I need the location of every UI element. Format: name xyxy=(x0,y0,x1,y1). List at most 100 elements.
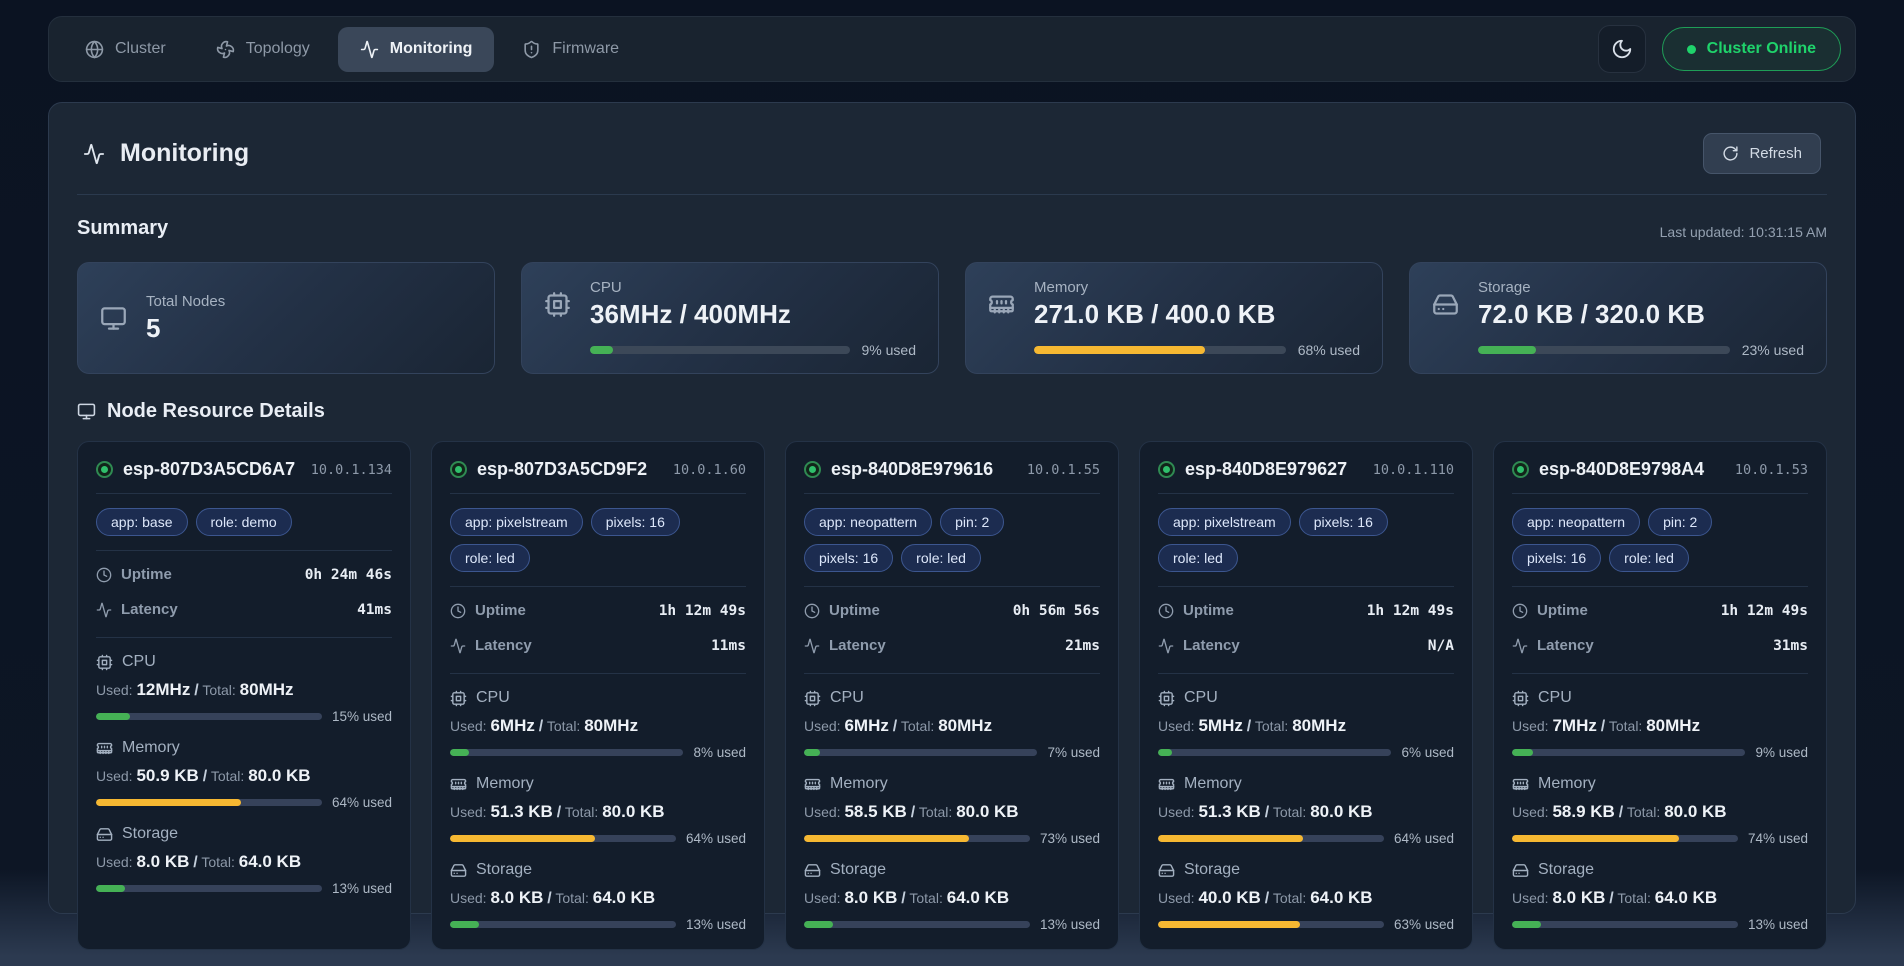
cpu-icon xyxy=(96,654,113,671)
total-label: Total: xyxy=(901,718,934,734)
node-stats: Uptime 0h 56m 56s Latency 21ms xyxy=(804,587,1100,674)
summary-header: Summary Last updated: 10:31:15 AM xyxy=(77,217,1827,240)
used-value: 51.3 KB xyxy=(1198,802,1260,821)
node-resources: CPU Used: 12MHz / Total: 80MHz 15% used … xyxy=(96,653,392,896)
resource-label: Storage xyxy=(1158,861,1454,879)
resource-progress: 64% used xyxy=(450,831,746,846)
online-dot-icon xyxy=(1687,45,1696,54)
node-online-dot-icon xyxy=(1158,461,1175,478)
percent-used-label: 7% used xyxy=(1047,745,1100,760)
nav-tab-monitoring[interactable]: Monitoring xyxy=(338,27,495,72)
latency-label: Latency xyxy=(96,601,178,618)
progress-fill xyxy=(450,835,595,842)
node-name: esp-807D3A5CD6A7 xyxy=(123,459,295,480)
resource-section: Storage Used: 8.0 KB / Total: 64.0 KB 13… xyxy=(96,825,392,896)
resource-usage-line: Used: 5MHz / Total: 80MHz xyxy=(1158,716,1454,736)
memory-icon xyxy=(450,776,467,793)
shield-icon xyxy=(522,40,541,59)
resource-label: Memory xyxy=(96,739,392,757)
nav-tab-cluster[interactable]: Cluster xyxy=(63,27,188,72)
node-stats: Uptime 0h 24m 46s Latency 41ms xyxy=(96,551,392,638)
uptime-value: 1h 12m 49s xyxy=(659,603,746,619)
resource-usage-line: Used: 51.3 KB / Total: 80.0 KB xyxy=(1158,802,1454,822)
progress-track xyxy=(450,921,676,928)
latency-icon xyxy=(1512,638,1528,654)
total-value: 64.0 KB xyxy=(593,888,655,907)
total-value: 64.0 KB xyxy=(1310,888,1372,907)
used-value: 58.9 KB xyxy=(1552,802,1614,821)
harddrive-icon xyxy=(1432,291,1459,318)
total-label: Total: xyxy=(1273,804,1306,820)
uptime-label: Uptime xyxy=(804,602,880,619)
node-tags: app: neopatternpin: 2pixels: 16role: led xyxy=(1512,494,1808,587)
nav-tabs: Cluster Topology MonitoringFirmware xyxy=(63,27,641,72)
resource-progress: 64% used xyxy=(1158,831,1454,846)
progress-fill xyxy=(1034,346,1205,354)
resource-usage-line: Used: 58.5 KB / Total: 80.0 KB xyxy=(804,802,1100,822)
moon-icon xyxy=(1611,38,1633,60)
nodes-heading-text: Node Resource Details xyxy=(107,400,325,423)
node-online-dot-icon xyxy=(96,461,113,478)
nav-tab-topology[interactable]: Topology xyxy=(194,27,332,72)
resource-usage-line: Used: 8.0 KB / Total: 64.0 KB xyxy=(96,852,392,872)
node-card-header: esp-840D8E979616 10.0.1.55 xyxy=(804,459,1100,494)
node-online-dot-icon xyxy=(450,461,467,478)
progress-track xyxy=(450,749,683,756)
used-label: Used: xyxy=(1158,804,1195,820)
progress-fill xyxy=(96,885,125,892)
resource-progress: 13% used xyxy=(1512,917,1808,932)
summary-card-label: Storage xyxy=(1478,279,1804,296)
uptime-value: 1h 12m 49s xyxy=(1367,603,1454,619)
resource-section: Memory Used: 58.5 KB / Total: 80.0 KB 73… xyxy=(804,775,1100,846)
total-value: 80MHz xyxy=(1646,716,1700,735)
progress-track xyxy=(804,749,1037,756)
node-card: esp-807D3A5CD9F2 10.0.1.60 app: pixelstr… xyxy=(431,441,765,950)
summary-card-value: 5 xyxy=(146,313,472,344)
progress-track xyxy=(1158,835,1384,842)
progress-track xyxy=(804,921,1030,928)
resource-usage-line: Used: 50.9 KB / Total: 80.0 KB xyxy=(96,766,392,786)
monitoring-panel: Monitoring Refresh Summary Last updated:… xyxy=(48,102,1856,914)
node-cards: esp-807D3A5CD6A7 10.0.1.134 app: baserol… xyxy=(77,441,1827,950)
total-label: Total: xyxy=(565,804,598,820)
app-root: Cluster Topology MonitoringFirmware Cluste… xyxy=(0,16,1904,914)
total-label: Total: xyxy=(555,890,588,906)
node-resources: CPU Used: 6MHz / Total: 80MHz 7% used Me… xyxy=(804,689,1100,932)
node-online-dot-icon xyxy=(804,461,821,478)
refresh-button[interactable]: Refresh xyxy=(1703,133,1821,174)
uptime-value: 1h 12m 49s xyxy=(1721,603,1808,619)
latency-value: 31ms xyxy=(1773,638,1808,654)
resource-usage-line: Used: 58.9 KB / Total: 80.0 KB xyxy=(1512,802,1808,822)
resource-section: Storage Used: 8.0 KB / Total: 64.0 KB 13… xyxy=(450,861,746,932)
latency-value: 21ms xyxy=(1065,638,1100,654)
theme-toggle-button[interactable] xyxy=(1598,25,1646,73)
clock-icon xyxy=(450,603,466,619)
resource-section: Memory Used: 51.3 KB / Total: 80.0 KB 64… xyxy=(1158,775,1454,846)
resource-label: Memory xyxy=(1512,775,1808,793)
node-resources: CPU Used: 6MHz / Total: 80MHz 8% used Me… xyxy=(450,689,746,932)
progress-track xyxy=(96,799,322,806)
percent-used-label: 63% used xyxy=(1394,917,1454,932)
latency-value: 11ms xyxy=(711,638,746,654)
node-card: esp-840D8E9798A4 10.0.1.53 app: neopatte… xyxy=(1493,441,1827,950)
summary-card-label: CPU xyxy=(590,279,916,296)
resource-usage-line: Used: 8.0 KB / Total: 64.0 KB xyxy=(450,888,746,908)
nav-tab-firmware[interactable]: Firmware xyxy=(500,27,641,72)
progress-track xyxy=(450,835,676,842)
total-label: Total: xyxy=(211,768,244,784)
latency-row: Latency 21ms xyxy=(804,628,1100,663)
uptime-label: Uptime xyxy=(96,566,172,583)
progress-track xyxy=(96,713,322,720)
node-tag: pixels: 16 xyxy=(804,544,893,572)
percent-used-label: 9% used xyxy=(1755,745,1808,760)
harddrive-icon xyxy=(804,862,821,879)
node-ip: 10.0.1.134 xyxy=(311,462,392,478)
memory-icon xyxy=(1158,776,1175,793)
percent-used-label: 13% used xyxy=(332,881,392,896)
node-tag: pixels: 16 xyxy=(591,508,680,536)
node-ip: 10.0.1.60 xyxy=(673,462,746,478)
nav-tab-label: Topology xyxy=(246,40,310,58)
total-value: 80MHz xyxy=(1292,716,1346,735)
resource-section: CPU Used: 7MHz / Total: 80MHz 9% used xyxy=(1512,689,1808,760)
node-card: esp-807D3A5CD6A7 10.0.1.134 app: baserol… xyxy=(77,441,411,950)
